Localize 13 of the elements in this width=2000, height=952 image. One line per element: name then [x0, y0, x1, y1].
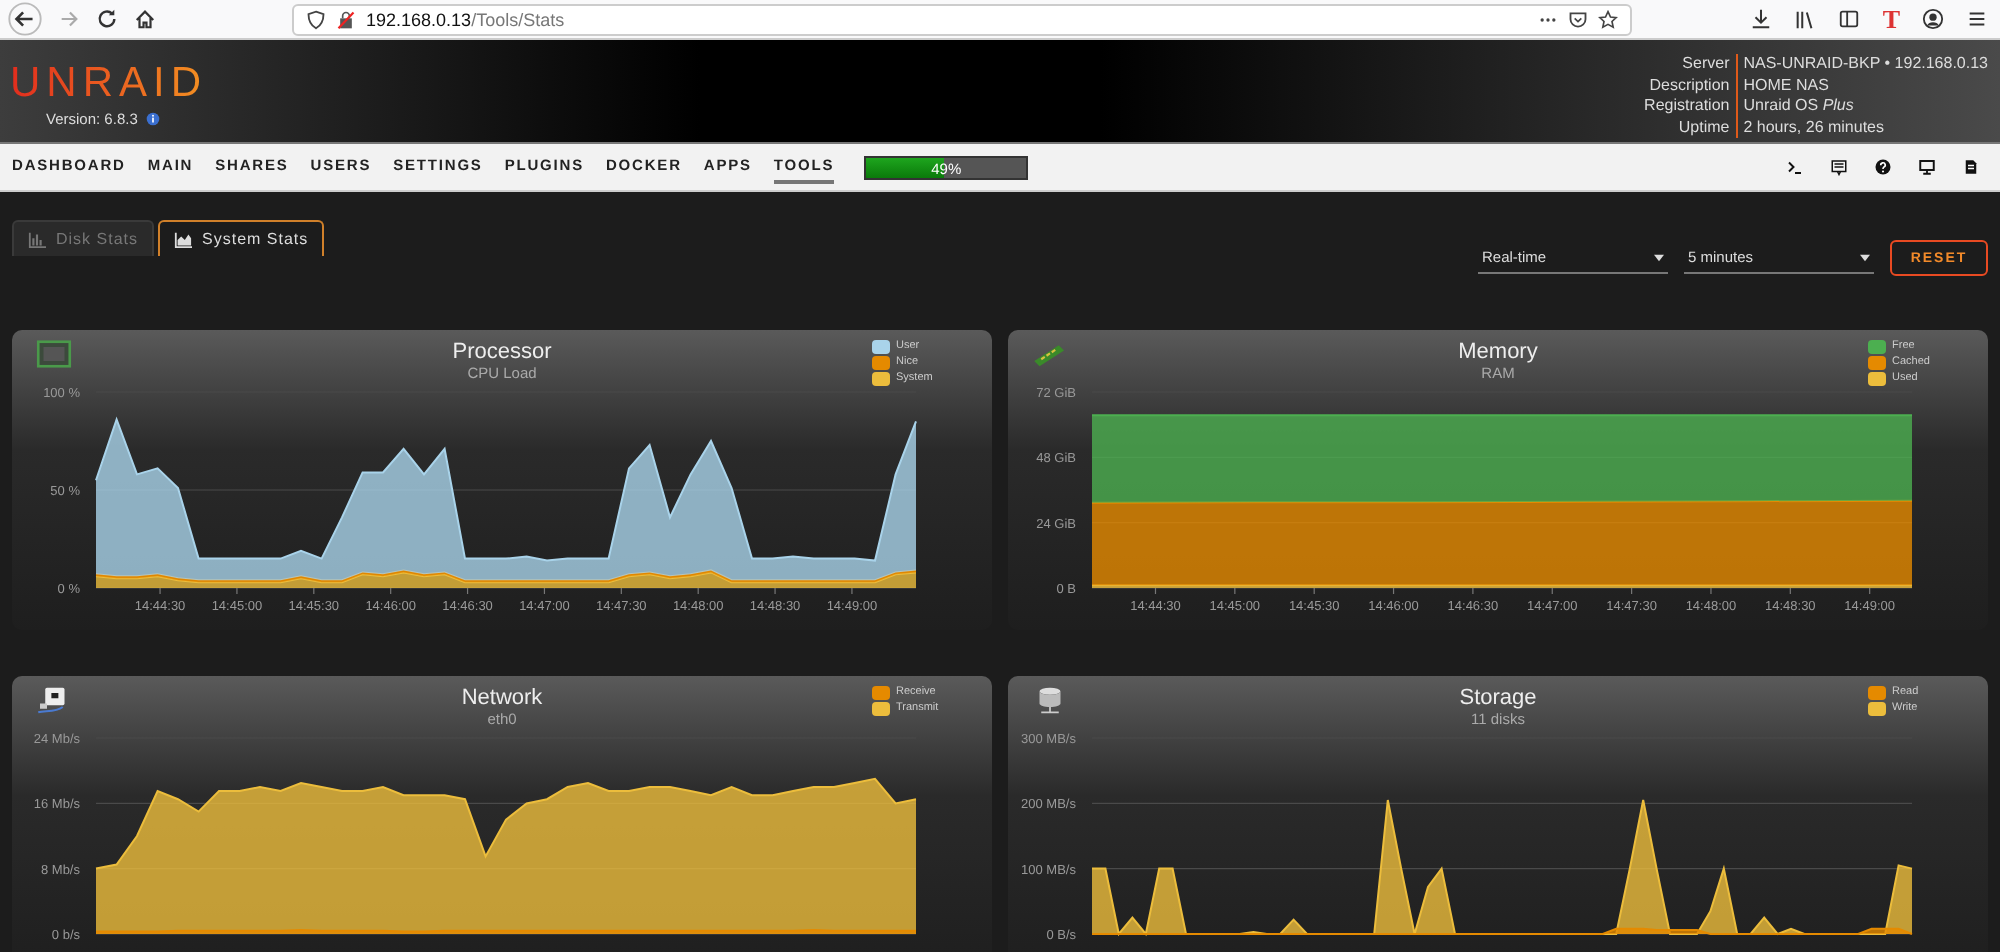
- info-label: Registration: [1644, 96, 1738, 117]
- url-text: 192.168.0.13/Tools/Stats: [366, 9, 567, 29]
- chart-title: Network: [461, 686, 543, 710]
- info-label: Server: [1644, 54, 1738, 75]
- info-value: Unraid OS Plus: [1741, 96, 1856, 117]
- info-label: Uptime: [1644, 117, 1738, 138]
- info-value: 2 hours, 26 minutes: [1741, 117, 1886, 138]
- chart-title: Memory: [1458, 340, 1538, 364]
- chart-title: Storage: [1459, 686, 1537, 710]
- chart-title: Processor: [452, 340, 552, 364]
- info-label: Description: [1644, 75, 1738, 96]
- info-value: HOME NAS: [1741, 75, 1831, 96]
- info-value: NAS-UNRAID-BKP • 192.168.0.13: [1741, 54, 1988, 75]
